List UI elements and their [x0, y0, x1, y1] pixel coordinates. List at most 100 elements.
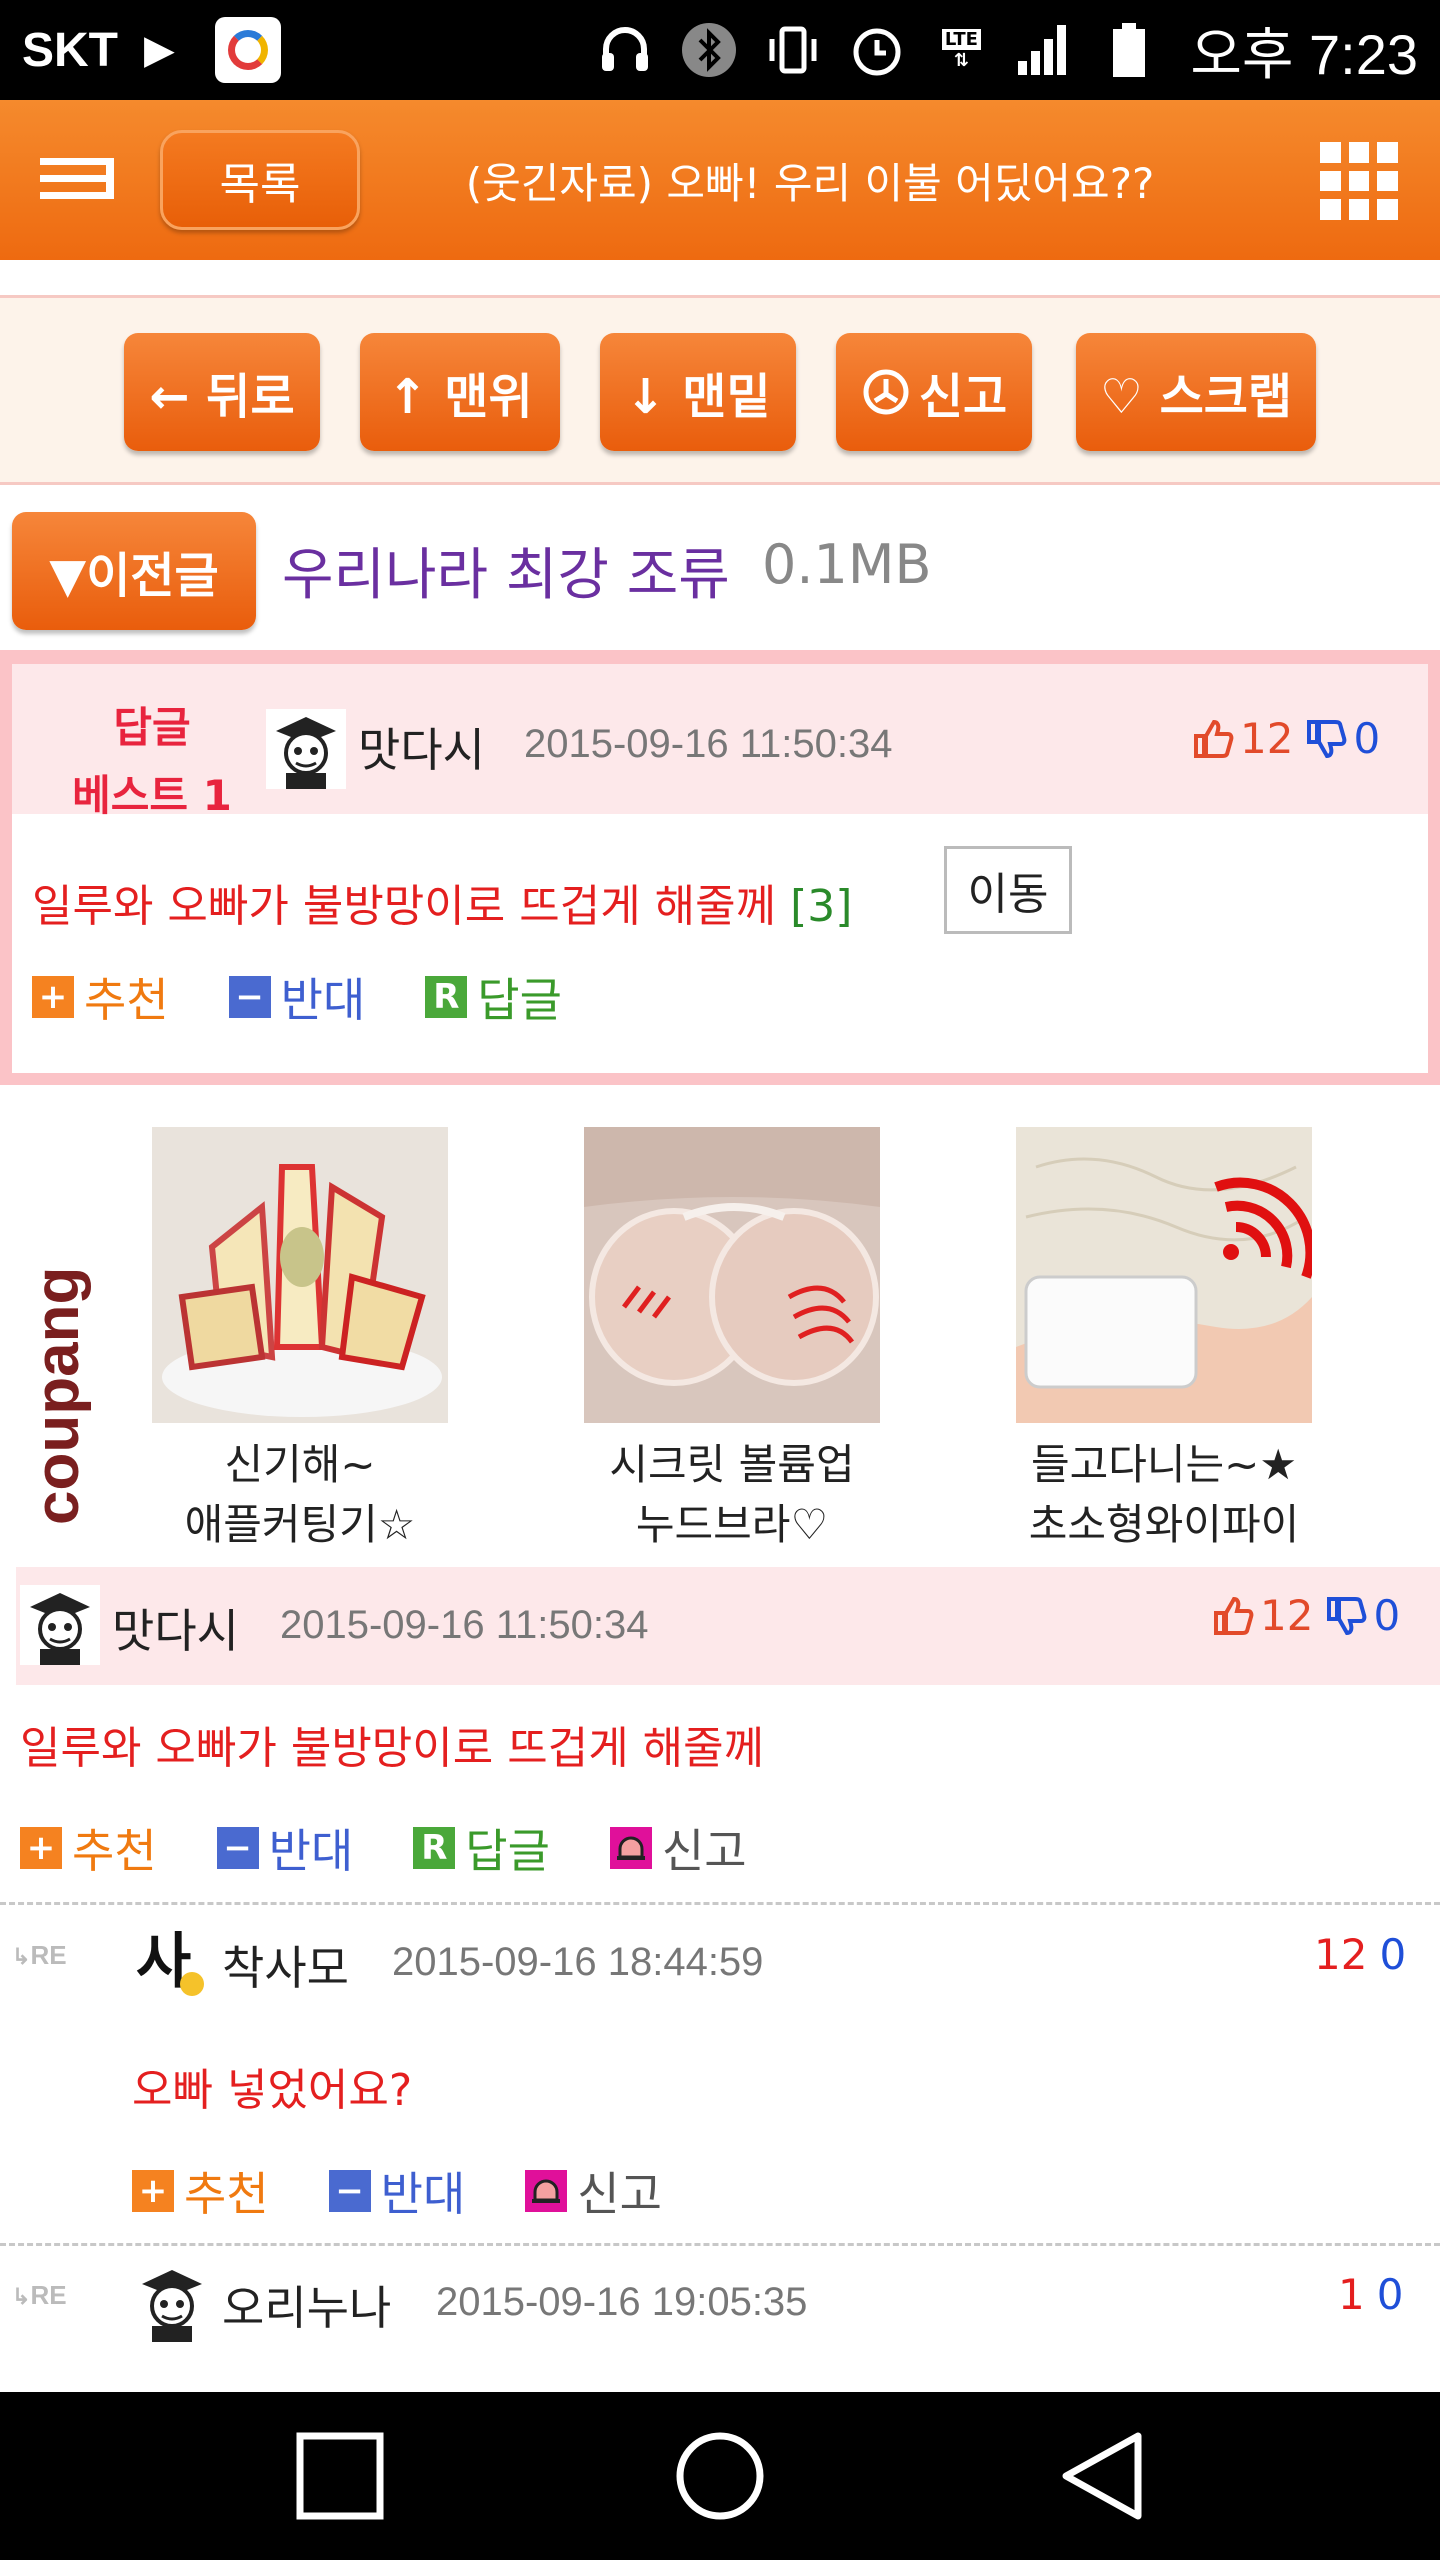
re-tag: ↳RE	[12, 2280, 67, 2310]
comment-report-button[interactable]: 신고	[609, 1815, 747, 1881]
battery-icon	[1100, 21, 1158, 79]
oppose-button[interactable]: − 반대	[228, 964, 365, 1030]
best-reply-user[interactable]: 맛다시	[358, 714, 485, 780]
report-label: 신고	[577, 2167, 662, 2221]
recommend-button[interactable]: + 추천	[20, 1815, 157, 1881]
best-reply-votes: 12 0	[1192, 714, 1380, 763]
reply-button[interactable]: R 답글	[413, 1815, 550, 1881]
minus-icon: −	[328, 2170, 371, 2212]
thumbs-up-icon	[1194, 719, 1234, 758]
prev-post-button[interactable]: ▼이전글	[12, 512, 256, 630]
report-button[interactable]: 신고	[836, 333, 1032, 451]
ad-caption-line1: 신기해~	[224, 1440, 376, 1489]
comment-votes: 12 0	[1212, 1591, 1400, 1640]
best-reply-date: 2015-09-16 11:50:34	[524, 722, 893, 766]
siren-icon	[525, 2170, 568, 2212]
scroll-top-button[interactable]: ↑ 맨위	[360, 333, 560, 451]
lte-label: LTE	[941, 29, 981, 50]
comment-date: 2015-09-16 19:05:35	[436, 2280, 808, 2324]
recommend-button[interactable]: + 추천	[32, 964, 169, 1030]
lte-icon: LTE ⇅	[932, 21, 990, 79]
best-label-line1: 답글	[113, 703, 191, 752]
ad-caption: 들고다니는~★ 초소형와이파이	[1016, 1435, 1312, 1545]
siren-icon	[863, 369, 909, 415]
plus-icon: +	[20, 1827, 62, 1869]
best-label-line2: 베스트 1	[72, 771, 232, 820]
list-button[interactable]: 목록	[160, 130, 360, 230]
prev-post-size: 0.1MB	[762, 533, 932, 596]
app-header: 목록 (웃긴자료) 오빠! 우리 이불 어딨어요??	[0, 100, 1440, 260]
comment-user[interactable]: 착사모	[222, 1932, 349, 1998]
oppose-label: 반대	[380, 2167, 466, 2221]
back-button[interactable]: ← 뒤로	[124, 333, 320, 451]
re-label: RE	[30, 2280, 67, 2310]
ad-caption: 시크릿 볼륨업 누드브라♡	[584, 1435, 880, 1545]
avatar	[20, 1585, 100, 1665]
thumbs-down-icon	[1307, 719, 1347, 758]
vibrate-icon	[764, 21, 822, 79]
ad-caption-line2: 초소형와이파이	[1028, 1500, 1300, 1545]
avatar	[132, 2262, 212, 2342]
move-button[interactable]: 이동	[944, 846, 1072, 934]
avatar	[266, 709, 346, 789]
reply-button[interactable]: R 답글	[425, 964, 562, 1030]
reply-icon: R	[425, 976, 468, 1018]
scroll-bottom-button[interactable]: ↓ 맨밑	[600, 333, 796, 451]
recommend-button[interactable]: + 추천	[132, 2158, 269, 2224]
ad-image	[1016, 1127, 1312, 1423]
headset-icon	[596, 21, 654, 79]
comment-date: 2015-09-16 11:50:34	[280, 1603, 649, 1647]
reply-label: 답글	[465, 1824, 550, 1878]
ad-caption-line1: 들고다니는~★	[1030, 1440, 1298, 1489]
comment-user[interactable]: 오리누나	[222, 2272, 391, 2338]
ad-item-wifi[interactable]: 들고다니는~★ 초소형와이파이	[1016, 1127, 1312, 1545]
system-nav-bar	[0, 2392, 1440, 2560]
comment-actions: + 추천 − 반대 R 답글 신고	[20, 1815, 807, 1881]
home-icon[interactable]	[674, 2430, 766, 2522]
clock: 오후 7:23	[1190, 22, 1418, 86]
coupang-logo[interactable]: coupang	[22, 1195, 92, 1535]
comment-date: 2015-09-16 18:44:59	[392, 1940, 764, 1984]
scrap-button[interactable]: ♡ 스크랩	[1076, 333, 1316, 451]
comment-down-count: 0	[1373, 1591, 1401, 1640]
back-icon[interactable]	[1058, 2430, 1146, 2522]
report-label: 신고	[661, 1824, 747, 1878]
comment-down-count: 0	[1376, 2270, 1404, 2319]
comment-up-count: 12	[1314, 1930, 1368, 1979]
signal-icon	[1016, 21, 1074, 79]
apps-grid-icon[interactable]	[1320, 142, 1398, 220]
plus-icon: +	[32, 976, 74, 1018]
prev-post-title[interactable]: 우리나라 최강 조류	[282, 530, 730, 611]
best-reply-body: 일루와 오빠가 불방망이로 뜨겁게 해줄께	[32, 881, 777, 932]
oppose-button[interactable]: − 반대	[216, 1815, 354, 1881]
comment-report-button[interactable]: 신고	[525, 2158, 662, 2224]
ad-item-bra[interactable]: 시크릿 볼륨업 누드브라♡	[584, 1127, 880, 1545]
comment-text: 오빠 넣었어요?	[132, 2065, 413, 2116]
re-tag: ↳RE	[12, 1940, 67, 1970]
best-reply-count: [3]	[790, 881, 853, 932]
prev-post-row: ▼이전글 우리나라 최강 조류 0.1MB	[0, 485, 1440, 650]
divider	[0, 2243, 1440, 2246]
comment-votes: 1 0	[1338, 2270, 1403, 2319]
ad-item-apple-cutter[interactable]: 신기해~ 애플커팅기☆	[152, 1127, 448, 1545]
reply-icon: R	[413, 1827, 456, 1869]
divider	[0, 1902, 1440, 1905]
ad-image	[584, 1127, 880, 1423]
best-reply-label: 답글 베스트 1	[42, 694, 262, 830]
bluetooth-icon	[680, 21, 738, 79]
carrier-label: SKT	[22, 23, 118, 77]
oppose-label: 반대	[268, 1824, 354, 1878]
comment-up-count: 12	[1260, 1591, 1314, 1640]
best-reply-header: 답글 베스트 1 맛다시 2015-09-16 11:50:34 12 0	[12, 664, 1428, 820]
recent-apps-icon[interactable]	[296, 2432, 384, 2520]
page-title: (웃긴자료) 오빠! 우리 이불 어딨어요??	[465, 158, 1155, 208]
best-up-count: 12	[1240, 714, 1294, 763]
comment-user[interactable]: 맛다시	[112, 1595, 239, 1661]
avatar: 사	[132, 1920, 212, 2000]
thumbs-down-icon	[1327, 1596, 1367, 1635]
play-icon: ▶	[144, 27, 175, 73]
hamburger-menu-icon[interactable]	[40, 158, 118, 204]
comment-down-count: 0	[1379, 1930, 1407, 1979]
oppose-button[interactable]: − 반대	[328, 2158, 466, 2224]
best-reply-text: 일루와 오빠가 불방망이로 뜨겁게 해줄께 [3]	[32, 870, 852, 934]
